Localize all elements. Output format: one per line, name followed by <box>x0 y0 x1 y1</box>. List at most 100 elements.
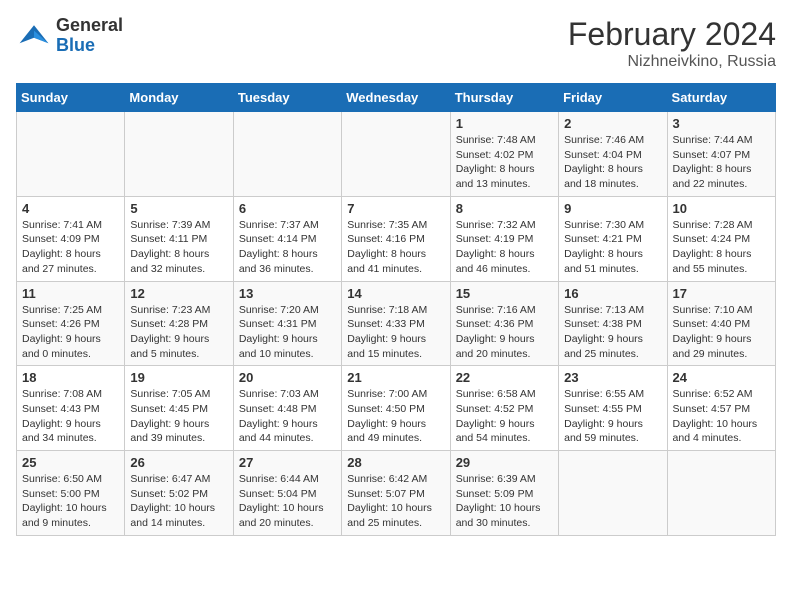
week-row-3: 11 Sunrise: 7:25 AM Sunset: 4:26 PM Dayli… <box>17 281 776 366</box>
day-info: Sunrise: 6:55 AM Sunset: 4:55 PM Dayligh… <box>564 387 661 446</box>
day-info: Sunrise: 6:52 AM Sunset: 4:57 PM Dayligh… <box>673 387 770 446</box>
day-info: Sunrise: 7:10 AM Sunset: 4:40 PM Dayligh… <box>673 303 770 362</box>
calendar-cell: 15 Sunrise: 7:16 AM Sunset: 4:36 PM Dayli… <box>450 281 558 366</box>
logo: General Blue <box>16 16 123 56</box>
header-friday: Friday <box>559 84 667 112</box>
day-info: Sunrise: 6:44 AM Sunset: 5:04 PM Dayligh… <box>239 472 336 531</box>
day-number: 19 <box>130 370 227 385</box>
calendar-cell: 3 Sunrise: 7:44 AM Sunset: 4:07 PM Daylig… <box>667 112 775 197</box>
logo-bird-icon <box>16 18 52 54</box>
day-info: Sunrise: 6:58 AM Sunset: 4:52 PM Dayligh… <box>456 387 553 446</box>
day-info: Sunrise: 7:41 AM Sunset: 4:09 PM Dayligh… <box>22 218 119 277</box>
week-row-5: 25Sunrise: 6:50 AM Sunset: 5:00 PM Dayli… <box>17 451 776 536</box>
calendar-cell <box>125 112 233 197</box>
calendar-cell: 6 Sunrise: 7:37 AM Sunset: 4:14 PM Daylig… <box>233 196 341 281</box>
logo-general-text: General <box>56 16 123 36</box>
day-info: Sunrise: 7:30 AM Sunset: 4:21 PM Dayligh… <box>564 218 661 277</box>
day-number: 29 <box>456 455 553 470</box>
day-number: 26 <box>130 455 227 470</box>
calendar-cell: 22 Sunrise: 6:58 AM Sunset: 4:52 PM Dayli… <box>450 366 558 451</box>
day-number: 21 <box>347 370 444 385</box>
calendar-cell: 18 Sunrise: 7:08 AM Sunset: 4:43 PM Dayli… <box>17 366 125 451</box>
day-number: 17 <box>673 286 770 301</box>
day-info: Sunrise: 7:20 AM Sunset: 4:31 PM Dayligh… <box>239 303 336 362</box>
calendar-cell: 24 Sunrise: 6:52 AM Sunset: 4:57 PM Dayli… <box>667 366 775 451</box>
day-info: Sunrise: 7:00 AM Sunset: 4:50 PM Dayligh… <box>347 387 444 446</box>
day-info: Sunrise: 7:44 AM Sunset: 4:07 PM Dayligh… <box>673 133 770 192</box>
day-number: 2 <box>564 116 661 131</box>
day-info: Sunrise: 7:46 AM Sunset: 4:04 PM Dayligh… <box>564 133 661 192</box>
day-number: 8 <box>456 201 553 216</box>
calendar-cell: 28 Sunrise: 6:42 AM Sunset: 5:07 PM Dayli… <box>342 451 450 536</box>
day-number: 7 <box>347 201 444 216</box>
calendar-cell: 17 Sunrise: 7:10 AM Sunset: 4:40 PM Dayli… <box>667 281 775 366</box>
day-number: 6 <box>239 201 336 216</box>
day-info: Sunrise: 7:48 AM Sunset: 4:02 PM Dayligh… <box>456 133 553 192</box>
location-title: Nizhneivkino, Russia <box>568 53 776 71</box>
calendar-cell: 26Sunrise: 6:47 AM Sunset: 5:02 PM Dayli… <box>125 451 233 536</box>
logo-blue-text: Blue <box>56 36 123 56</box>
calendar-cell <box>667 451 775 536</box>
calendar-cell: 14 Sunrise: 7:18 AM Sunset: 4:33 PM Dayli… <box>342 281 450 366</box>
day-number: 24 <box>673 370 770 385</box>
calendar-cell: 2 Sunrise: 7:46 AM Sunset: 4:04 PM Daylig… <box>559 112 667 197</box>
day-number: 11 <box>22 286 119 301</box>
day-info: Sunrise: 6:50 AM Sunset: 5:00 PM Dayligh… <box>22 472 119 531</box>
calendar-cell: 10Sunrise: 7:28 AM Sunset: 4:24 PM Dayli… <box>667 196 775 281</box>
header-monday: Monday <box>125 84 233 112</box>
calendar-cell: 21 Sunrise: 7:00 AM Sunset: 4:50 PM Dayli… <box>342 366 450 451</box>
calendar-cell: 12 Sunrise: 7:23 AM Sunset: 4:28 PM Dayli… <box>125 281 233 366</box>
calendar-cell: 7Sunrise: 7:35 AM Sunset: 4:16 PM Daylig… <box>342 196 450 281</box>
calendar-cell: 13Sunrise: 7:20 AM Sunset: 4:31 PM Dayli… <box>233 281 341 366</box>
title-block: February 2024 Nizhneivkino, Russia <box>568 16 776 71</box>
day-info: Sunrise: 7:13 AM Sunset: 4:38 PM Dayligh… <box>564 303 661 362</box>
header-tuesday: Tuesday <box>233 84 341 112</box>
day-info: Sunrise: 7:18 AM Sunset: 4:33 PM Dayligh… <box>347 303 444 362</box>
day-number: 3 <box>673 116 770 131</box>
day-number: 10 <box>673 201 770 216</box>
calendar-cell: 16 Sunrise: 7:13 AM Sunset: 4:38 PM Dayli… <box>559 281 667 366</box>
day-info: Sunrise: 7:23 AM Sunset: 4:28 PM Dayligh… <box>130 303 227 362</box>
day-number: 23 <box>564 370 661 385</box>
day-number: 12 <box>130 286 227 301</box>
calendar-cell <box>559 451 667 536</box>
calendar-cell <box>342 112 450 197</box>
day-number: 18 <box>22 370 119 385</box>
day-number: 15 <box>456 286 553 301</box>
day-info: Sunrise: 7:25 AM Sunset: 4:26 PM Dayligh… <box>22 303 119 362</box>
day-number: 14 <box>347 286 444 301</box>
calendar-table: SundayMondayTuesdayWednesdayThursdayFrid… <box>16 83 776 536</box>
day-info: Sunrise: 7:05 AM Sunset: 4:45 PM Dayligh… <box>130 387 227 446</box>
calendar-cell: 29 Sunrise: 6:39 AM Sunset: 5:09 PM Dayli… <box>450 451 558 536</box>
day-info: Sunrise: 7:37 AM Sunset: 4:14 PM Dayligh… <box>239 218 336 277</box>
header: General Blue February 2024 Nizhneivkino,… <box>16 16 776 71</box>
day-info: Sunrise: 7:16 AM Sunset: 4:36 PM Dayligh… <box>456 303 553 362</box>
day-number: 28 <box>347 455 444 470</box>
calendar-cell: 25Sunrise: 6:50 AM Sunset: 5:00 PM Dayli… <box>17 451 125 536</box>
day-info: Sunrise: 7:32 AM Sunset: 4:19 PM Dayligh… <box>456 218 553 277</box>
day-number: 27 <box>239 455 336 470</box>
header-thursday: Thursday <box>450 84 558 112</box>
header-wednesday: Wednesday <box>342 84 450 112</box>
day-info: Sunrise: 7:39 AM Sunset: 4:11 PM Dayligh… <box>130 218 227 277</box>
logo-label: General Blue <box>56 16 123 56</box>
day-info: Sunrise: 7:03 AM Sunset: 4:48 PM Dayligh… <box>239 387 336 446</box>
week-row-1: 1 Sunrise: 7:48 AM Sunset: 4:02 PM Daylig… <box>17 112 776 197</box>
day-info: Sunrise: 6:42 AM Sunset: 5:07 PM Dayligh… <box>347 472 444 531</box>
day-info: Sunrise: 7:08 AM Sunset: 4:43 PM Dayligh… <box>22 387 119 446</box>
calendar-cell <box>233 112 341 197</box>
day-number: 16 <box>564 286 661 301</box>
week-row-4: 18 Sunrise: 7:08 AM Sunset: 4:43 PM Dayli… <box>17 366 776 451</box>
week-row-2: 4Sunrise: 7:41 AM Sunset: 4:09 PM Daylig… <box>17 196 776 281</box>
calendar-cell <box>17 112 125 197</box>
calendar-cell: 5 Sunrise: 7:39 AM Sunset: 4:11 PM Daylig… <box>125 196 233 281</box>
calendar-cell: 20Sunrise: 7:03 AM Sunset: 4:48 PM Dayli… <box>233 366 341 451</box>
header-saturday: Saturday <box>667 84 775 112</box>
calendar-cell: 11 Sunrise: 7:25 AM Sunset: 4:26 PM Dayli… <box>17 281 125 366</box>
day-number: 22 <box>456 370 553 385</box>
day-info: Sunrise: 6:39 AM Sunset: 5:09 PM Dayligh… <box>456 472 553 531</box>
calendar-cell: 8 Sunrise: 7:32 AM Sunset: 4:19 PM Daylig… <box>450 196 558 281</box>
calendar-cell: 27 Sunrise: 6:44 AM Sunset: 5:04 PM Dayli… <box>233 451 341 536</box>
day-number: 5 <box>130 201 227 216</box>
day-number: 1 <box>456 116 553 131</box>
